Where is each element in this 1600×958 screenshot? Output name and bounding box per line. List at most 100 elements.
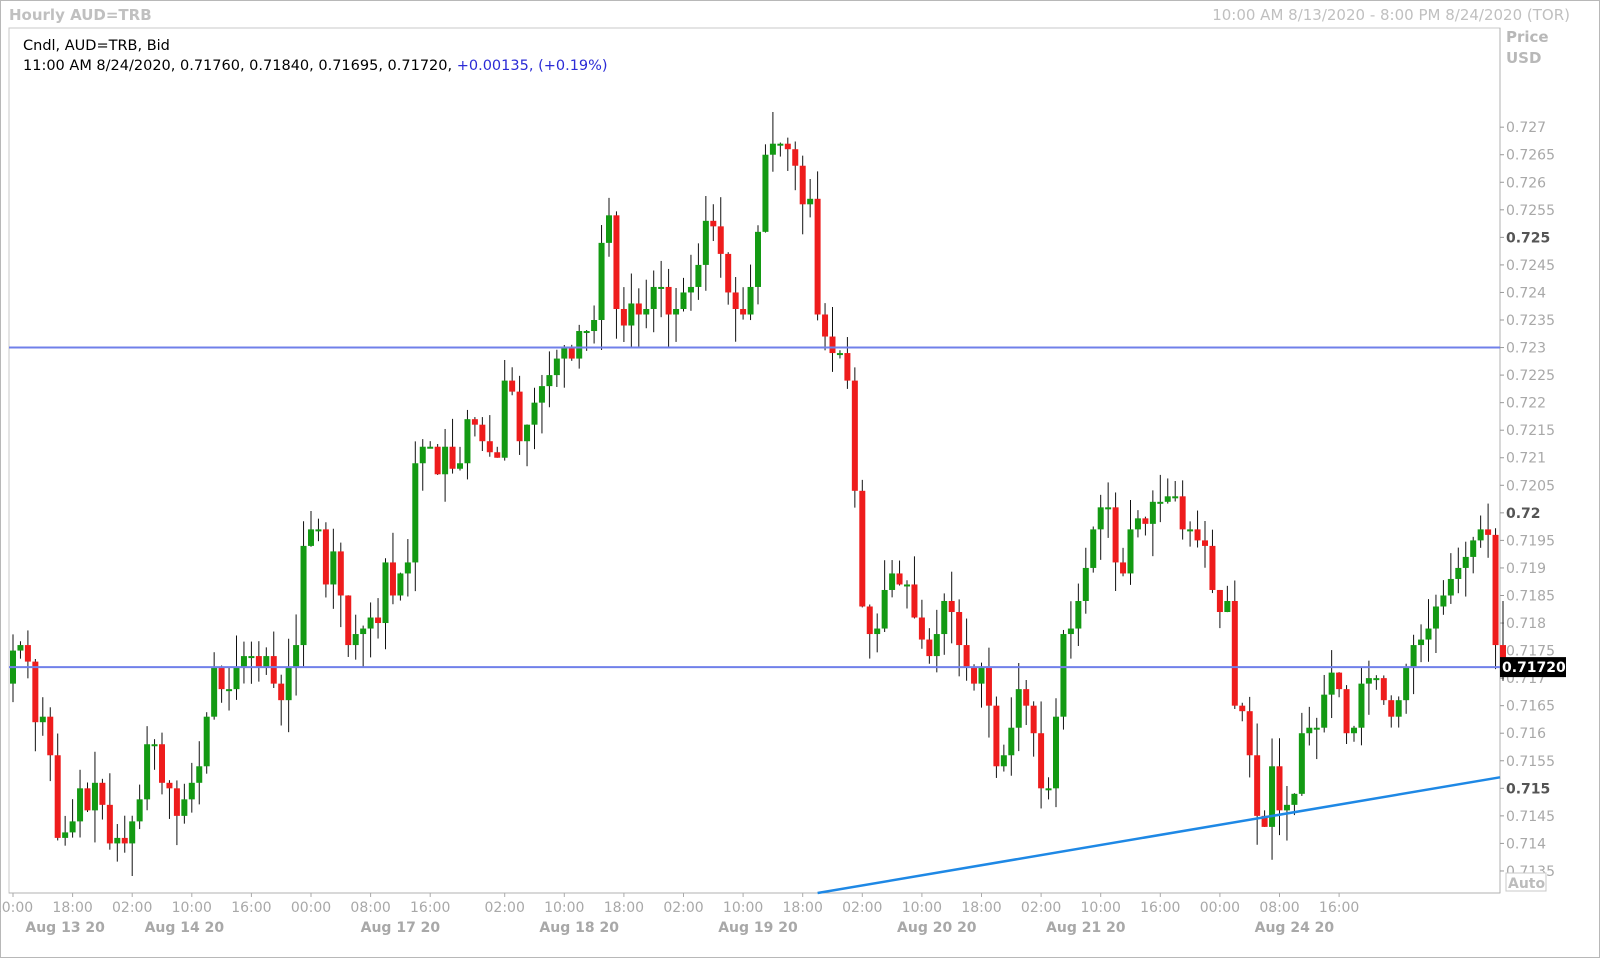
candle-down (732, 292, 739, 309)
candle-up (248, 656, 255, 659)
candle-up (188, 782, 195, 800)
day-label: Aug 24 20 (1255, 920, 1335, 936)
price-tick-label: 0.7205 (1506, 478, 1555, 494)
candle-up (211, 667, 218, 717)
candle-down (84, 788, 91, 811)
time-tick-label: 00:00 (291, 900, 331, 916)
candle-down (494, 452, 501, 458)
candle-up (330, 551, 337, 585)
time-tick-label: 18:00 (52, 900, 92, 916)
time-tick-label: 10:00 (723, 900, 763, 916)
day-label: Aug 17 20 (361, 920, 441, 936)
change-value: +0.00135, (456, 58, 534, 74)
candle-up (240, 656, 247, 668)
candle-up (1313, 727, 1320, 730)
candle-up (1127, 529, 1134, 574)
candle-down (1112, 507, 1119, 563)
day-label: Aug 20 20 (897, 920, 977, 936)
candle-up (442, 446, 449, 475)
candle-up (1134, 518, 1141, 530)
candle-up (427, 446, 434, 449)
candle-up (1067, 628, 1074, 635)
candle-up (315, 529, 322, 532)
candle-up (263, 656, 270, 668)
time-tick-label: 10:00 (544, 900, 584, 916)
candle-up (643, 308, 650, 315)
candle-down (948, 600, 955, 613)
candle-up (233, 667, 240, 690)
time-tick-label: 02:00 (1021, 900, 1061, 916)
candle-up (1298, 733, 1305, 794)
trend-line (817, 776, 1501, 895)
candle-down (844, 353, 851, 381)
candle-up (285, 667, 292, 701)
price-tick-label: 0.7165 (1506, 699, 1555, 715)
price-tick-label: 0.723 (1506, 341, 1546, 357)
candle-up (747, 286, 754, 315)
candle-up (1462, 556, 1469, 568)
candle-down (24, 645, 31, 662)
price-label: Price (1506, 28, 1549, 46)
candle-down (896, 573, 903, 585)
time-tick-label: 16:00 (1319, 900, 1359, 916)
time-tick-label: 10:00 (172, 900, 212, 916)
candle-up (591, 320, 598, 332)
candle-down (918, 617, 925, 640)
day-label: Aug 19 20 (718, 920, 798, 936)
price-tick-label: 0.718 (1506, 616, 1546, 632)
candle-up (978, 667, 985, 684)
time-tick-label: 02:00 (485, 900, 525, 916)
candle-up (1187, 529, 1194, 532)
candle-down (851, 380, 858, 491)
candle-up (1410, 645, 1417, 668)
candle-up (151, 744, 158, 747)
time-tick-label: 02:00 (842, 900, 882, 916)
candle-up (196, 766, 203, 783)
candle-up (1172, 496, 1179, 499)
candle-down (985, 667, 992, 706)
candle-up (1060, 634, 1067, 717)
price-tick-label: 0.721 (1506, 451, 1546, 467)
candle-up (687, 286, 694, 293)
candle-up (1306, 727, 1313, 734)
candle-down (434, 446, 441, 475)
time-tick-label: 02:00 (112, 900, 152, 916)
candle-down (613, 215, 620, 309)
candle-up (1328, 672, 1335, 695)
candle-down (911, 584, 918, 618)
candle-down (710, 220, 717, 227)
candle-up (226, 689, 233, 692)
candle-up (1105, 507, 1112, 510)
candle-up (561, 347, 568, 359)
candle-up (308, 529, 314, 546)
candle-down (479, 424, 486, 442)
candle-down (799, 165, 806, 205)
time-tick-label: 00:00 (1200, 900, 1240, 916)
price-tick-label: 0.7235 (1506, 313, 1555, 329)
candle-up (650, 286, 657, 309)
candle-down (717, 226, 724, 254)
candle-down (166, 782, 173, 789)
plot-area (8, 27, 1501, 894)
candle-down (1142, 518, 1149, 524)
candle-down (449, 446, 456, 469)
candle-up (62, 832, 69, 838)
candle-up (1224, 600, 1231, 613)
candle-down (218, 667, 225, 690)
candle-up (501, 380, 508, 458)
candle-up (1321, 694, 1328, 728)
candle-up (39, 716, 46, 723)
change-percent: (+0.19%) (538, 58, 608, 74)
candle-up (382, 562, 389, 624)
candle-down (1209, 545, 1216, 590)
day-label: Aug 13 20 (25, 920, 105, 936)
time-tick-label: 10:00 (902, 900, 942, 916)
candle-up (1395, 700, 1402, 717)
candle-down (337, 551, 344, 596)
candle-up (181, 799, 188, 816)
price-tick-label: 0.7255 (1506, 203, 1555, 219)
time-tick-label: 10:00 (1081, 900, 1121, 916)
price-chart[interactable]: PriceUSD0.71350.7140.71450.7150.71550.71… (0, 0, 1600, 958)
candle-up (546, 375, 553, 387)
candle-up (538, 386, 545, 403)
